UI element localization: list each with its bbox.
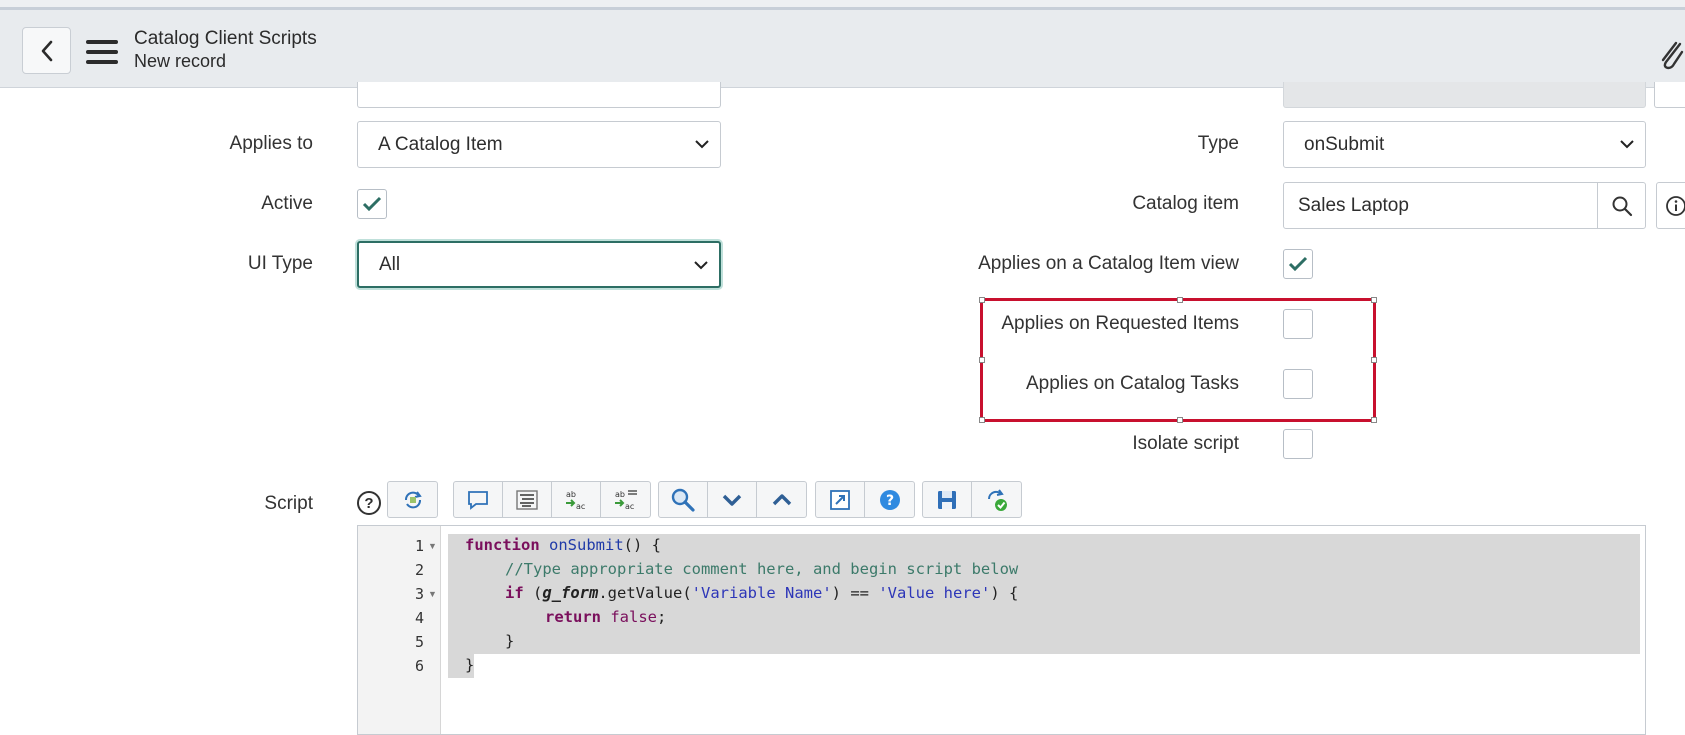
partial-button-top-right[interactable] [1654, 82, 1685, 108]
svg-text:?: ? [885, 493, 893, 509]
line-number: 6 [414, 657, 424, 675]
script-label: Script [264, 493, 313, 514]
toolbar-group-1 [387, 481, 438, 518]
fold-arrow-icon[interactable]: ▼ [428, 541, 437, 551]
applies-to-label: Applies to [229, 133, 313, 154]
catalog-item-info-button[interactable] [1656, 182, 1685, 229]
help-icon[interactable]: ? [865, 482, 914, 517]
svg-text:ac: ac [625, 502, 634, 511]
find-next-icon[interactable] [708, 482, 757, 517]
line-number: 3 [414, 585, 424, 603]
chevron-left-icon [41, 40, 52, 61]
menu-icon[interactable] [86, 40, 118, 64]
save-icon[interactable] [923, 482, 972, 517]
catalog-item-input[interactable]: Sales Laptop [1283, 182, 1598, 229]
page-title: Catalog Client Scripts [134, 28, 317, 49]
toolbar-group-5 [922, 481, 1022, 518]
applies-catalog-item-view-label: Applies on a Catalog Item view [978, 253, 1239, 274]
partial-field-top-right [1283, 82, 1646, 108]
active-label: Active [261, 193, 313, 214]
line-number: 5 [414, 633, 424, 651]
applies-to-select[interactable]: A Catalog Item [357, 121, 721, 168]
type-value: onSubmit [1304, 133, 1385, 155]
ui-type-value: All [379, 253, 401, 275]
script-editor[interactable]: 1 ▼ 2 3 ▼ 4 5 6 function onSubmit() { //… [357, 525, 1646, 735]
replace-icon[interactable]: ab ac [552, 482, 601, 517]
form-header: Catalog Client Scripts New record [0, 10, 1685, 88]
page-subtitle: New record [134, 51, 227, 71]
fold-arrow-icon[interactable]: ▼ [428, 589, 437, 599]
svg-text:ab: ab [566, 490, 576, 499]
toolbar-group-2: ab ac ab ac [453, 481, 651, 518]
code-line-2: //Type appropriate comment here, and beg… [505, 560, 1019, 578]
format-icon[interactable] [503, 482, 552, 517]
code-line-1: function onSubmit() { [465, 536, 661, 554]
type-label: Type [1197, 133, 1239, 154]
catalog-item-value: Sales Laptop [1298, 194, 1409, 216]
script-check-icon[interactable] [972, 482, 1021, 517]
find-previous-icon[interactable] [757, 482, 806, 517]
chevron-down-icon [695, 140, 709, 149]
isolate-script-label: Isolate script [1132, 433, 1239, 454]
applies-to-value: A Catalog Item [378, 133, 503, 155]
toolbar-group-3 [658, 481, 807, 518]
ui-type-label: UI Type [247, 253, 313, 274]
svg-text:ac: ac [576, 502, 585, 511]
type-select[interactable]: onSubmit [1283, 121, 1646, 168]
back-button[interactable] [22, 27, 71, 74]
code-line-3: if (g_form.getValue('Variable Name') == … [505, 584, 1019, 602]
checkmark-icon [1288, 256, 1308, 272]
highlight-annotation-box [979, 297, 1377, 423]
paperclip-icon[interactable] [1660, 40, 1684, 70]
comment-icon[interactable] [454, 482, 503, 517]
chevron-down-icon [1620, 140, 1634, 149]
code-line-5: } [505, 632, 515, 650]
search-icon [1612, 196, 1632, 216]
chevron-down-icon [694, 261, 708, 270]
catalog-item-lookup-button[interactable] [1597, 182, 1646, 229]
browser-top-strip [0, 0, 1685, 10]
code-line-4: return false; [545, 608, 667, 626]
editor-gutter: 1 ▼ 2 3 ▼ 4 5 6 [358, 526, 441, 734]
line-number: 4 [414, 609, 424, 627]
info-icon [1666, 195, 1685, 216]
replace-all-icon[interactable]: ab ac [601, 482, 650, 517]
fullscreen-icon[interactable] [816, 482, 865, 517]
line-number: 2 [414, 561, 424, 579]
line-number: 1 [414, 537, 424, 555]
ui-type-select[interactable]: All [357, 241, 721, 288]
partial-field-top-left[interactable] [357, 82, 721, 108]
toolbar-group-4: ? [815, 481, 915, 518]
isolate-script-checkbox[interactable] [1283, 429, 1313, 459]
active-checkbox[interactable] [357, 189, 387, 219]
script-help-icon[interactable]: ? [357, 491, 381, 515]
applies-catalog-item-view-checkbox[interactable] [1283, 249, 1313, 279]
svg-text:ab: ab [615, 490, 625, 499]
search-icon[interactable] [659, 482, 708, 517]
script-sync-icon[interactable] [388, 482, 437, 517]
code-line-6: } [465, 656, 475, 674]
checkmark-icon [362, 196, 382, 212]
catalog-item-label: Catalog item [1132, 193, 1239, 214]
